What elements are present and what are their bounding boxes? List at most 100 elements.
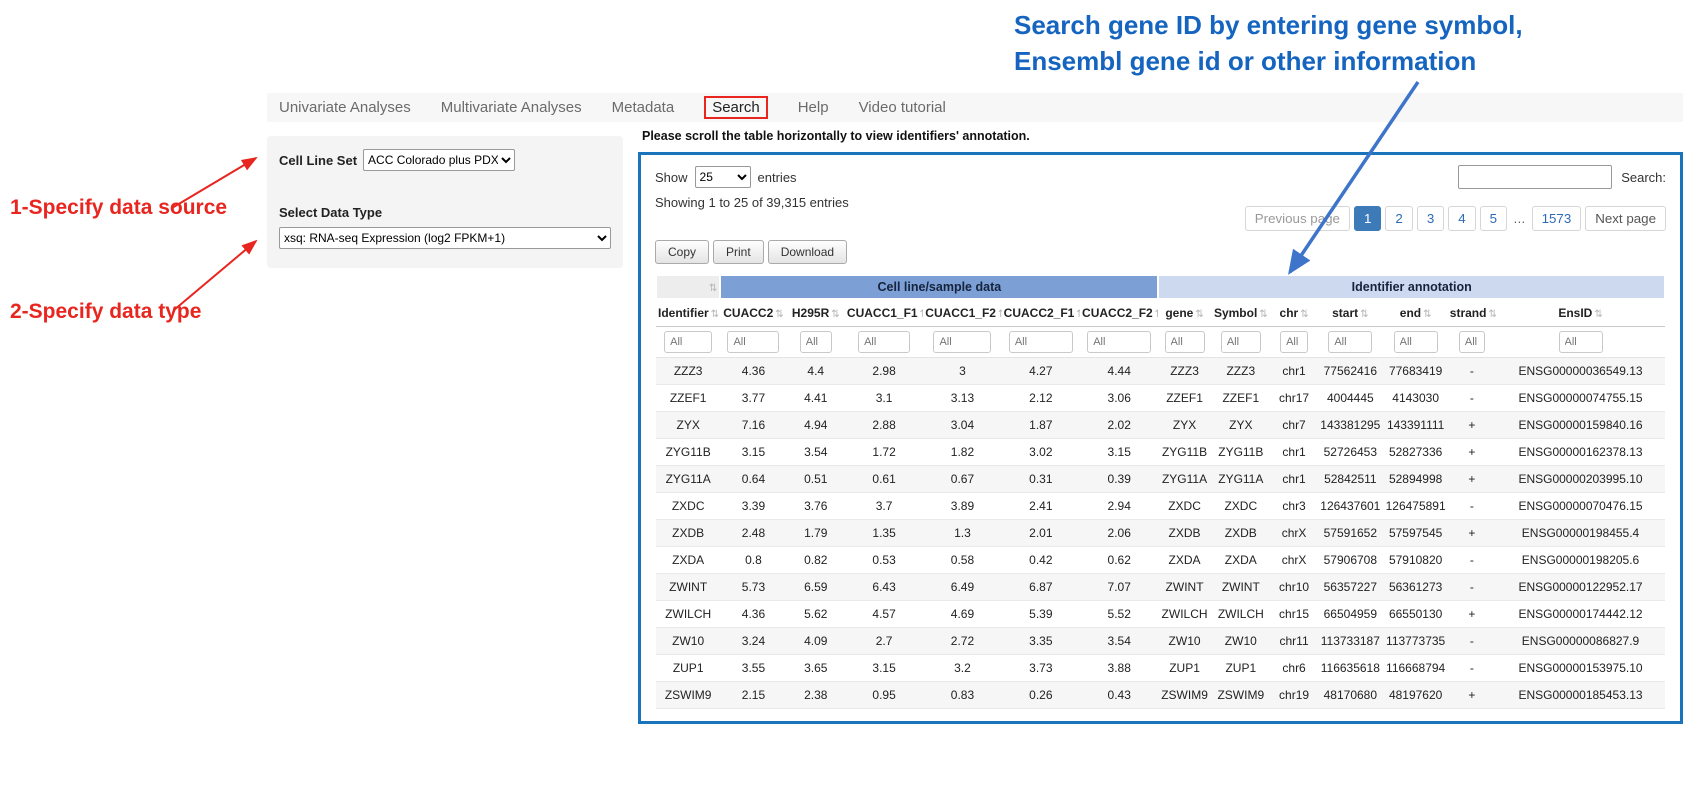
filter-input-ensid[interactable] bbox=[1559, 331, 1603, 353]
table-cell: ZZEF1 bbox=[1158, 385, 1210, 412]
table-cell: 3.65 bbox=[787, 655, 845, 682]
table-cell: ENSG00000159840.16 bbox=[1496, 412, 1665, 439]
table-cell: 3.88 bbox=[1080, 655, 1158, 682]
filter-input-cuacc2-f1[interactable] bbox=[1009, 331, 1073, 353]
sort-icon: ⇅ bbox=[1300, 309, 1308, 320]
data-type-select[interactable]: xsq: RNA-seq Expression (log2 FPKM+1) bbox=[279, 227, 611, 249]
download-button[interactable]: Download bbox=[768, 240, 847, 264]
sort-icon[interactable]: ⇅ bbox=[709, 283, 717, 294]
column-header-gene[interactable]: gene⇅ bbox=[1158, 299, 1210, 327]
next-page-button[interactable]: Next page bbox=[1585, 206, 1666, 231]
table-cell: 66550130 bbox=[1383, 601, 1447, 628]
column-header-identifier[interactable]: Identifier⇅ bbox=[656, 299, 720, 327]
table-cell: 3.1 bbox=[845, 385, 923, 412]
nav-item-univariate-analyses[interactable]: Univariate Analyses bbox=[279, 99, 411, 116]
table-cell: ZWILCH bbox=[1211, 601, 1271, 628]
column-header-chr[interactable]: chr⇅ bbox=[1271, 299, 1317, 327]
table-cell: chrX bbox=[1271, 547, 1317, 574]
filter-input-end[interactable] bbox=[1394, 331, 1438, 353]
column-header-cuacc1-f1[interactable]: CUACC1_F1⇅ bbox=[845, 299, 923, 327]
table-cell: ENSG00000174442.12 bbox=[1496, 601, 1665, 628]
table-row: ZZZ34.364.42.9834.274.44ZZZ3ZZZ3chr17756… bbox=[656, 358, 1665, 385]
table-cell: ZZZ3 bbox=[1211, 358, 1271, 385]
table-cell: 3.54 bbox=[1080, 628, 1158, 655]
filter-input-cuacc1-f1[interactable] bbox=[858, 331, 910, 353]
table-cell: chr10 bbox=[1271, 574, 1317, 601]
sort-icon: ⇅ bbox=[1488, 309, 1496, 320]
nav-item-metadata[interactable]: Metadata bbox=[612, 99, 675, 116]
table-cell: 0.31 bbox=[1002, 466, 1080, 493]
table-cell: 77562416 bbox=[1317, 358, 1383, 385]
column-header-symbol[interactable]: Symbol⇅ bbox=[1211, 299, 1271, 327]
filter-input-cuacc1-f2[interactable] bbox=[933, 331, 991, 353]
filter-cell-cuacc2-f1 bbox=[1002, 327, 1080, 358]
filter-input-cuacc2[interactable] bbox=[727, 331, 779, 353]
column-header-cuacc1-f2[interactable]: CUACC1_F2⇅ bbox=[923, 299, 1001, 327]
filter-input-symbol[interactable] bbox=[1221, 331, 1261, 353]
filter-input-chr[interactable] bbox=[1280, 331, 1308, 353]
page-button-4[interactable]: 4 bbox=[1448, 206, 1475, 231]
table-cell: 113733187 bbox=[1317, 628, 1383, 655]
table-cell: ZWILCH bbox=[656, 601, 720, 628]
data-source-panel: Cell Line Set ACC Colorado plus PDX Sele… bbox=[267, 136, 623, 268]
table-cell: ENSG00000162378.13 bbox=[1496, 439, 1665, 466]
table-cell: 3.35 bbox=[1002, 628, 1080, 655]
filter-input-h295r[interactable] bbox=[800, 331, 832, 353]
previous-page-button[interactable]: Previous page bbox=[1245, 206, 1350, 231]
page-button-1573[interactable]: 1573 bbox=[1532, 206, 1582, 231]
filter-input-start[interactable] bbox=[1328, 331, 1372, 353]
table-cell: 2.48 bbox=[720, 520, 786, 547]
nav-item-multivariate-analyses[interactable]: Multivariate Analyses bbox=[441, 99, 582, 116]
table-cell: 2.12 bbox=[1002, 385, 1080, 412]
page-button-5[interactable]: 5 bbox=[1480, 206, 1507, 231]
table-cell: 7.16 bbox=[720, 412, 786, 439]
table-cell: - bbox=[1448, 358, 1496, 385]
table-cell: 3.54 bbox=[787, 439, 845, 466]
step1-annotation: 1-Specify data source bbox=[10, 196, 227, 220]
table-cell: ZW10 bbox=[656, 628, 720, 655]
page-length-select[interactable]: 25 bbox=[695, 166, 751, 188]
filter-cell-h295r bbox=[787, 327, 845, 358]
table-cell: 4.4 bbox=[787, 358, 845, 385]
filter-input-cuacc2-f2[interactable] bbox=[1087, 331, 1151, 353]
filter-cell-symbol bbox=[1211, 327, 1271, 358]
nav-item-video-tutorial[interactable]: Video tutorial bbox=[859, 99, 946, 116]
search-input[interactable] bbox=[1458, 165, 1612, 189]
table-cell: 7.07 bbox=[1080, 574, 1158, 601]
page-button-1[interactable]: 1 bbox=[1354, 206, 1381, 231]
column-header-strand[interactable]: strand⇅ bbox=[1448, 299, 1496, 327]
table-cell: 3.02 bbox=[1002, 439, 1080, 466]
cell-line-set-select[interactable]: ACC Colorado plus PDX bbox=[363, 149, 515, 171]
table-row: ZYG11A0.640.510.610.670.310.39ZYG11AZYG1… bbox=[656, 466, 1665, 493]
nav-item-search[interactable]: Search bbox=[704, 96, 768, 119]
table-cell: 0.95 bbox=[845, 682, 923, 709]
page-button-3[interactable]: 3 bbox=[1417, 206, 1444, 231]
filter-input-gene[interactable] bbox=[1165, 331, 1205, 353]
gene-table-head: ⇅Cell line/sample dataIdentifier annotat… bbox=[656, 275, 1665, 358]
column-header-cuacc2[interactable]: CUACC2⇅ bbox=[720, 299, 786, 327]
table-cell: - bbox=[1448, 385, 1496, 412]
column-header-ensid[interactable]: EnsID⇅ bbox=[1496, 299, 1665, 327]
filter-input-strand[interactable] bbox=[1459, 331, 1485, 353]
column-header-cuacc2-f2[interactable]: CUACC2_F2⇅ bbox=[1080, 299, 1158, 327]
nav-item-help[interactable]: Help bbox=[798, 99, 829, 116]
table-cell: 2.88 bbox=[845, 412, 923, 439]
copy-button[interactable]: Copy bbox=[655, 240, 709, 264]
table-cell: 4143030 bbox=[1383, 385, 1447, 412]
column-header-start[interactable]: start⇅ bbox=[1317, 299, 1383, 327]
table-cell: chr1 bbox=[1271, 358, 1317, 385]
filter-input-identifier[interactable] bbox=[664, 331, 712, 353]
table-cell: chr19 bbox=[1271, 682, 1317, 709]
table-cell: ZXDC bbox=[1158, 493, 1210, 520]
column-header-cuacc2-f1[interactable]: CUACC2_F1⇅ bbox=[1002, 299, 1080, 327]
print-button[interactable]: Print bbox=[713, 240, 764, 264]
page-button-2[interactable]: 2 bbox=[1385, 206, 1412, 231]
table-cell: 0.67 bbox=[923, 466, 1001, 493]
table-cell: chr3 bbox=[1271, 493, 1317, 520]
table-cell: 66504959 bbox=[1317, 601, 1383, 628]
column-header-h295r[interactable]: H295R⇅ bbox=[787, 299, 845, 327]
sort-icon: ⇅ bbox=[998, 309, 1002, 320]
table-cell: ZYG11A bbox=[656, 466, 720, 493]
column-header-end[interactable]: end⇅ bbox=[1383, 299, 1447, 327]
table-cell: ENSG00000036549.13 bbox=[1496, 358, 1665, 385]
